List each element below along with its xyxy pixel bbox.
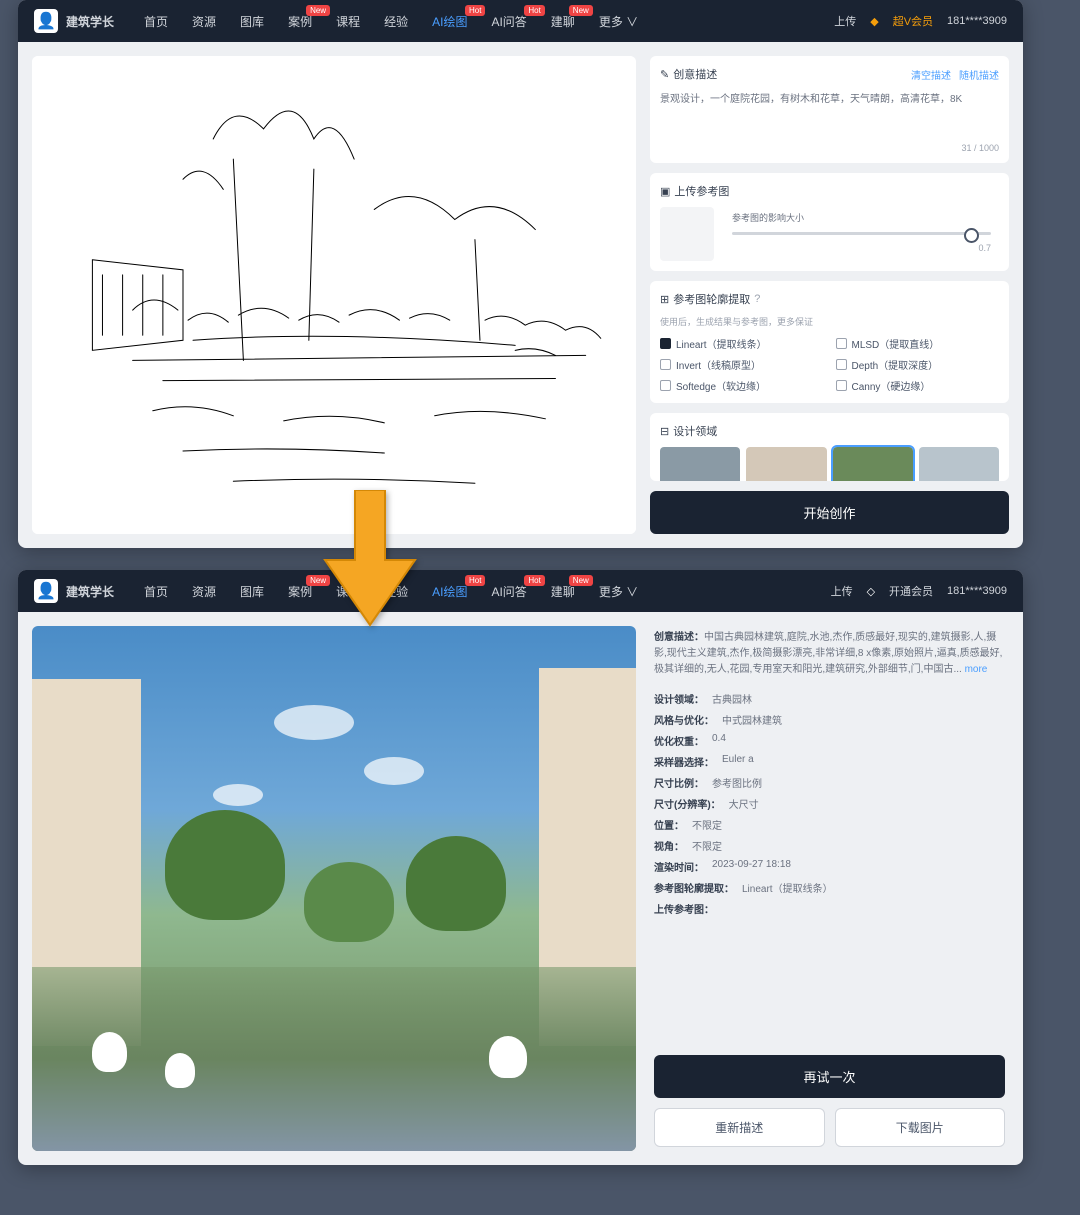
brand[interactable]: 建筑学长: [66, 583, 114, 600]
diamond-icon: ◆: [870, 15, 878, 28]
checkbox-item[interactable]: Depth（提取深度）: [836, 357, 1000, 372]
info-line: 尺寸(分辨率)：大尺寸: [654, 793, 1005, 814]
checkbox-item[interactable]: MLSD（提取直线）: [836, 336, 1000, 351]
result-image: [32, 626, 636, 1151]
nav-item[interactable]: 案例New: [288, 583, 312, 600]
nav-items: 首页 资源 图库 案例New 课程 经验 AI绘图Hot AI问答Hot 建聊New 更多 ∨: [144, 13, 834, 30]
style-item[interactable]: 城市鸟瞰: [919, 447, 999, 481]
info-line: 设计领域：古典园林: [654, 688, 1005, 709]
info-line: 采样器选择：Euler a: [654, 751, 1005, 772]
nav-item[interactable]: AI问答Hot: [491, 13, 526, 30]
nav-item[interactable]: 课程: [336, 13, 360, 30]
nav-item[interactable]: 首页: [144, 13, 168, 30]
vip-link[interactable]: 超V会员: [893, 13, 933, 29]
upload-link[interactable]: 上传: [834, 13, 856, 29]
style-section: ⊟ 设计领域 建筑设计室内设计景观设计城市鸟瞰乡土建筑…古典园林万国风格科幻场景: [650, 413, 1009, 481]
nav-item[interactable]: 图库: [240, 583, 264, 600]
influence-slider[interactable]: [732, 232, 991, 235]
brand[interactable]: 建筑学长: [66, 13, 114, 30]
more-link[interactable]: more: [965, 664, 988, 675]
nav-right: 上传 ◇ 开通会员 181****3909: [831, 583, 1007, 599]
style-header: 设计领域: [673, 423, 717, 439]
clear-prompt[interactable]: 清空描述: [911, 67, 951, 82]
nav-item[interactable]: 资源: [192, 13, 216, 30]
slider-value: 0.7: [732, 243, 991, 253]
nav-item[interactable]: AI绘图Hot: [432, 13, 467, 30]
style-item[interactable]: 室内设计: [746, 447, 826, 481]
upload-slot[interactable]: [660, 207, 714, 261]
pencil-icon: ✎: [660, 68, 669, 81]
result-canvas: [32, 626, 636, 1151]
nav-right: 上传 ◆ 超V会员 181****3909: [834, 13, 1007, 29]
nav-item[interactable]: 案例New: [288, 13, 312, 30]
body-top: ✎ 创意描述 清空描述 随机描述 31 / 1000 ▣ 上传参考图: [18, 42, 1023, 548]
info-line: 渲染时间：2023-09-27 18:18: [654, 856, 1005, 877]
nav-item[interactable]: AI绘图Hot: [432, 583, 467, 600]
checkbox-grid: Lineart（提取线条） MLSD（提取直线） Invert（线稿原型） Depth…: [660, 336, 999, 393]
download-button[interactable]: 下载图片: [835, 1108, 1006, 1147]
upload-header: 上传参考图: [674, 183, 729, 199]
checkbox-item[interactable]: Invert（线稿原型）: [660, 357, 824, 372]
extract-desc: 使用后，生成结果与参考图，更多保证: [660, 315, 999, 328]
start-button[interactable]: 开始创作: [650, 491, 1009, 534]
info-line: 参考图轮廓提取：Lineart（提取线条）: [654, 877, 1005, 898]
char-count: 31 / 1000: [660, 143, 999, 153]
prompt-section: ✎ 创意描述 清空描述 随机描述 31 / 1000: [650, 56, 1009, 163]
checkbox-item[interactable]: Canny（硬边缘）: [836, 378, 1000, 393]
nav-item[interactable]: AI问答Hot: [491, 583, 526, 600]
diamond-icon: ◇: [867, 585, 875, 598]
upload-link[interactable]: 上传: [831, 583, 853, 599]
style-grid: 建筑设计室内设计景观设计城市鸟瞰乡土建筑…古典园林万国风格科幻场景: [660, 447, 999, 481]
prompt-header: 创意描述: [673, 66, 717, 82]
style-item[interactable]: 景观设计: [833, 447, 913, 481]
image-icon: ▣: [660, 185, 670, 198]
slider-label: 参考图的影响大小: [732, 211, 991, 224]
user-phone[interactable]: 181****3909: [947, 15, 1007, 27]
extract-section: ⊞ 参考图轮廓提取 ? 使用后，生成结果与参考图，更多保证 Lineart（提取…: [650, 281, 1009, 403]
info-line: 尺寸比例：参考图比例: [654, 772, 1005, 793]
nav-item[interactable]: 更多 ∨: [599, 583, 638, 600]
redo-button[interactable]: 重新描述: [654, 1108, 825, 1147]
info-line: 风格与优化：中式园林建筑: [654, 709, 1005, 730]
logo-icon[interactable]: 👤: [34, 9, 58, 33]
prompt-input[interactable]: [660, 90, 999, 140]
sidebar-top: ✎ 创意描述 清空描述 随机描述 31 / 1000 ▣ 上传参考图: [650, 56, 1009, 534]
nav-item[interactable]: 图库: [240, 13, 264, 30]
nav-bar: 👤 建筑学长 首页资源图库案例New课程经验AI绘图HotAI问答Hot建聊Ne…: [18, 570, 1023, 612]
nav-items: 首页资源图库案例New课程经验AI绘图HotAI问答Hot建聊New更多 ∨: [144, 583, 831, 600]
nav-item[interactable]: 经验: [384, 13, 408, 30]
sketch-canvas: [32, 56, 636, 534]
extract-header: 参考图轮廓提取: [673, 291, 750, 307]
logo-icon[interactable]: 👤: [34, 579, 58, 603]
help-icon[interactable]: ?: [754, 293, 760, 305]
vip-link[interactable]: 开通会员: [889, 583, 933, 599]
nav-item[interactable]: 建聊New: [551, 13, 575, 30]
retry-button[interactable]: 再试一次: [654, 1055, 1005, 1098]
nav-bar: 👤 建筑学长 首页 资源 图库 案例New 课程 经验 AI绘图Hot AI问答Hot 建聊Ne…: [18, 0, 1023, 42]
style-item[interactable]: 建筑设计: [660, 447, 740, 481]
user-phone[interactable]: 181****3909: [947, 585, 1007, 597]
checkbox-item[interactable]: Softedge（软边缘）: [660, 378, 824, 393]
info-line: 上传参考图：: [654, 898, 1005, 919]
nav-item[interactable]: 资源: [192, 583, 216, 600]
sidebar-bottom: 创意描述：中国古典园林建筑,庭院,水池,杰作,质感最好,现实的,建筑摄影,人,摄…: [650, 626, 1009, 1151]
info-line: 视角：不限定: [654, 835, 1005, 856]
grid-icon: ⊟: [660, 425, 669, 438]
filter-icon: ⊞: [660, 293, 669, 306]
sketch-image: [32, 56, 636, 534]
upload-section: ▣ 上传参考图 参考图的影响大小 0.7: [650, 173, 1009, 271]
nav-item[interactable]: 建聊New: [551, 583, 575, 600]
random-prompt[interactable]: 随机描述: [959, 67, 999, 82]
nav-item[interactable]: 更多 ∨: [599, 13, 638, 30]
body-bottom: 创意描述：中国古典园林建筑,庭院,水池,杰作,质感最好,现实的,建筑摄影,人,摄…: [18, 612, 1023, 1165]
info-line: 优化权重：0.4: [654, 730, 1005, 751]
arrow-icon: [320, 490, 420, 630]
result-panel: 👤 建筑学长 首页资源图库案例New课程经验AI绘图HotAI问答Hot建聊Ne…: [18, 570, 1023, 1165]
info-line: 位置：不限定: [654, 814, 1005, 835]
input-panel: 👤 建筑学长 首页 资源 图库 案例New 课程 经验 AI绘图Hot AI问答Hot 建聊Ne…: [18, 0, 1023, 548]
desc-block: 创意描述：中国古典园林建筑,庭院,水池,杰作,质感最好,现实的,建筑摄影,人,摄…: [654, 630, 1005, 678]
nav-item[interactable]: 首页: [144, 583, 168, 600]
checkbox-item[interactable]: Lineart（提取线条）: [660, 336, 824, 351]
